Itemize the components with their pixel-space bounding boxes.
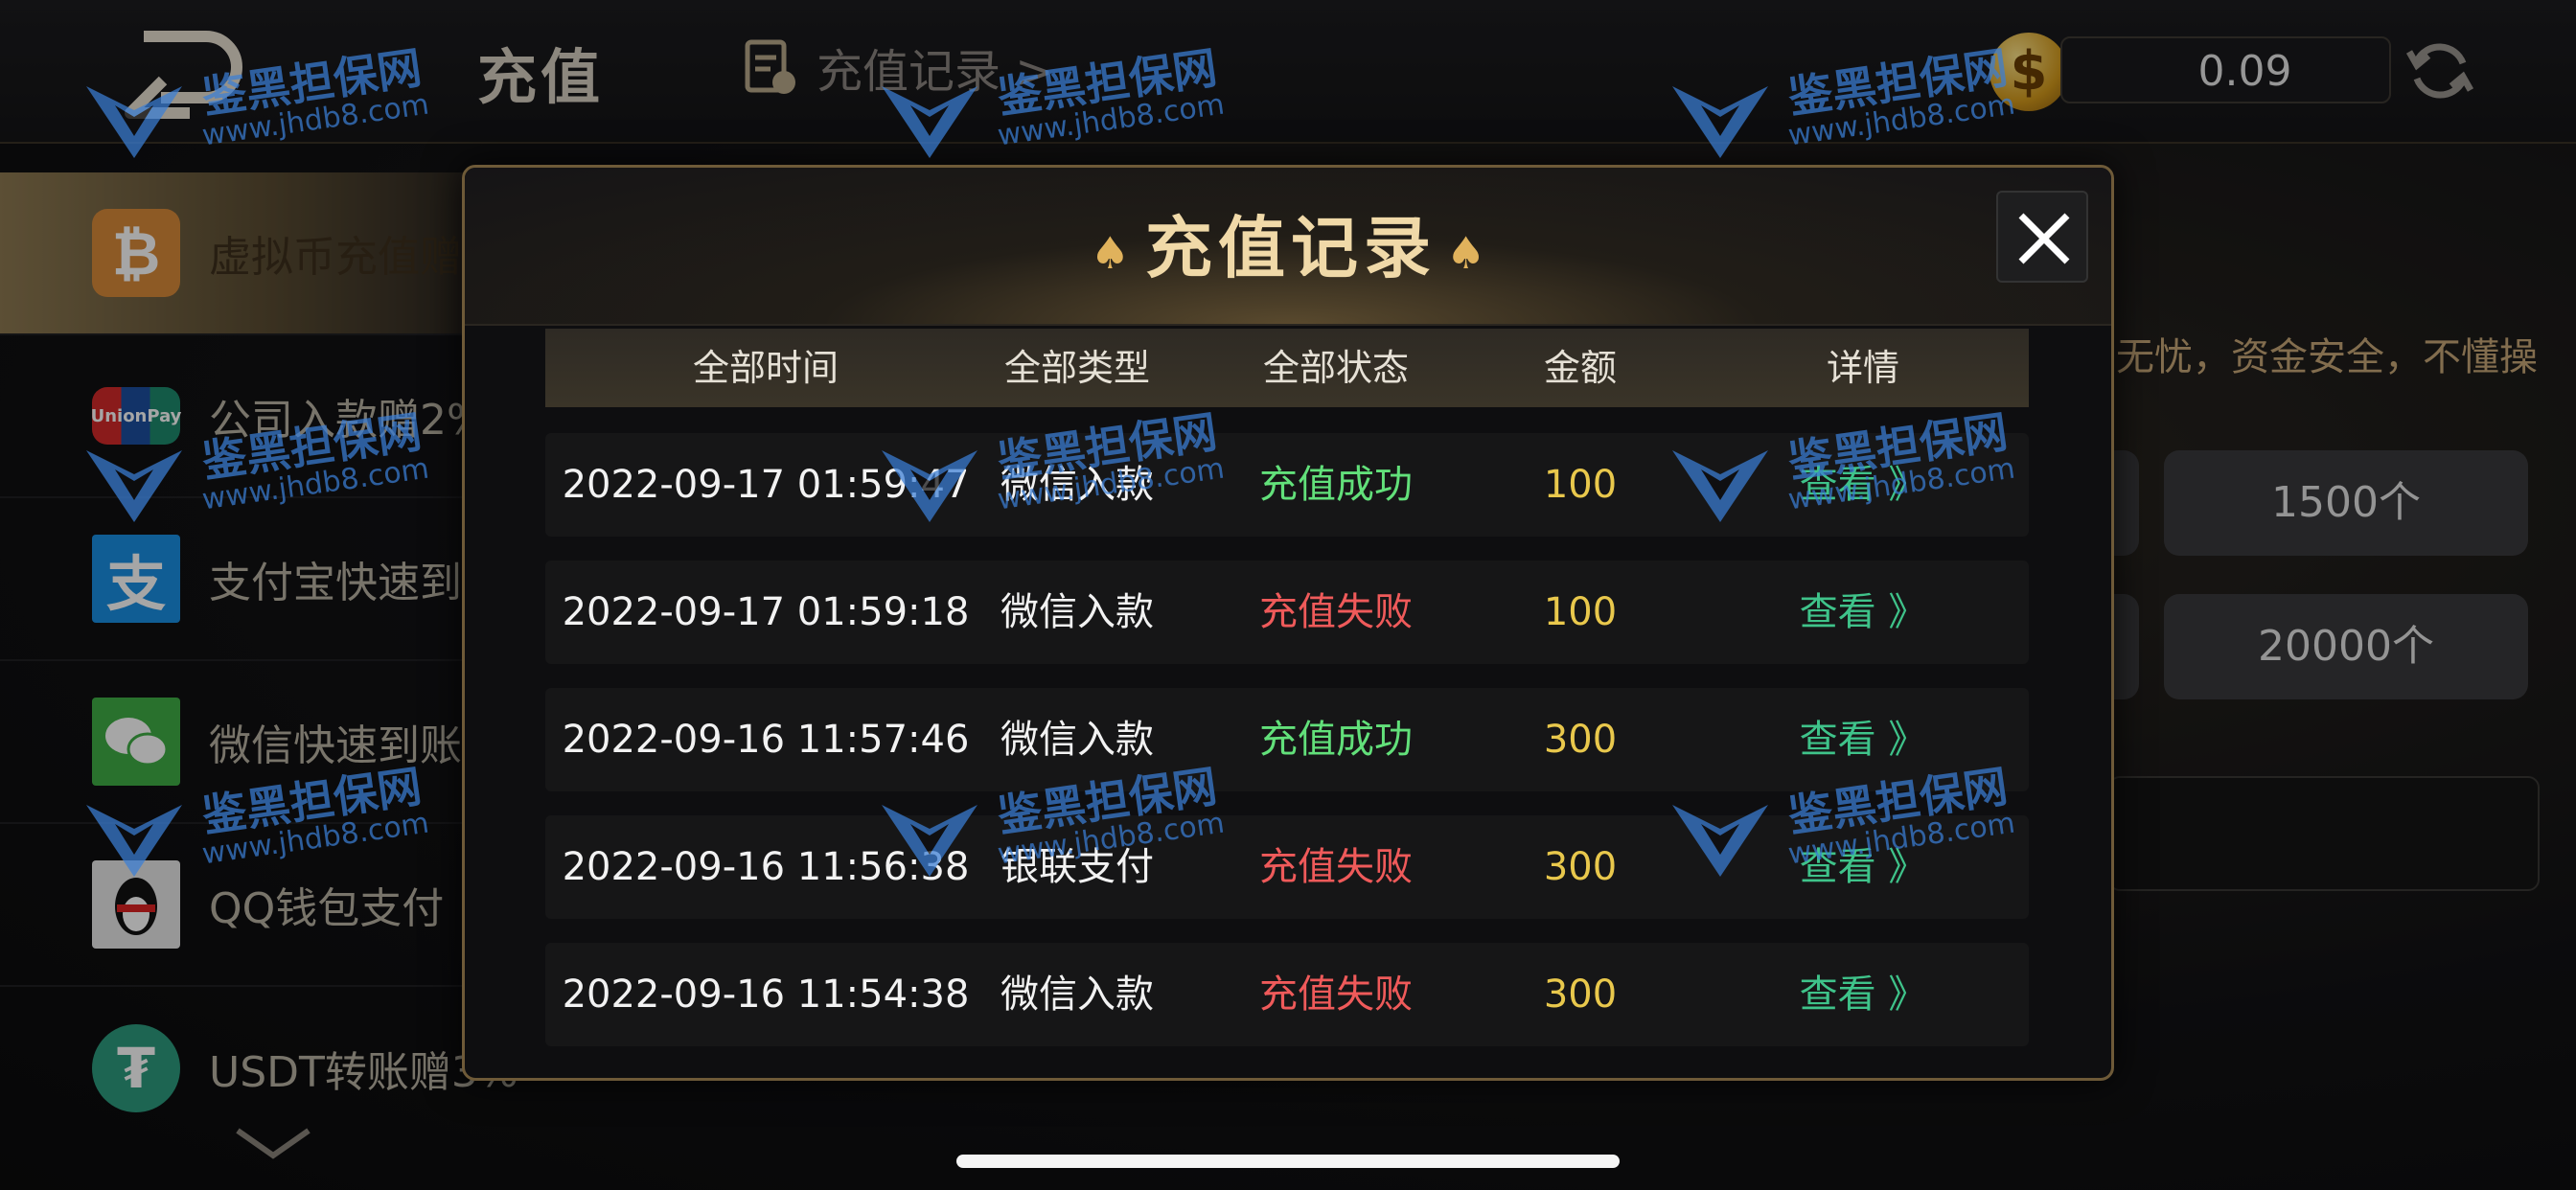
- spade-icon: ♠: [1090, 226, 1136, 279]
- row-time: 2022-09-17 01:59:47: [562, 463, 970, 507]
- row-type: 微信入款: [1000, 718, 1154, 762]
- view-detail-link[interactable]: 查看 》: [1743, 433, 1983, 537]
- row-amount: 300: [1543, 718, 1618, 762]
- recharge-page: 充值 充值记录 > $ 0.09 ₿ 虚拟币充值赠3 UnionPay 公司入款…: [0, 0, 2576, 1190]
- row-status: 充值成功: [1259, 463, 1413, 507]
- row-status: 充值失败: [1259, 973, 1413, 1017]
- row-time: 2022-09-17 01:59:18: [562, 590, 970, 634]
- row-type: 微信入款: [1000, 590, 1154, 634]
- dialog-title: ♠ 充值记录 ♠: [465, 195, 2111, 291]
- row-amount: 100: [1543, 590, 1618, 634]
- table-row: 2022-09-17 01:59:18 微信入款 充值失败 100 查看 》: [545, 561, 2029, 664]
- table-row: 2022-09-16 11:54:38 微信入款 充值失败 300 查看 》: [545, 943, 2029, 1046]
- view-detail-link[interactable]: 查看 》: [1743, 688, 1983, 791]
- row-amount: 100: [1543, 463, 1618, 507]
- row-status: 充值失败: [1259, 590, 1413, 634]
- row-time: 2022-09-16 11:57:46: [562, 718, 970, 762]
- row-amount: 300: [1543, 845, 1618, 889]
- dialog-title-text: 充值记录: [1145, 209, 1437, 287]
- view-detail-link[interactable]: 查看 》: [1743, 815, 1983, 919]
- close-icon: [2018, 213, 2070, 264]
- table-row: 2022-09-16 11:57:46 微信入款 充值成功 300 查看 》: [545, 688, 2029, 791]
- row-type: 微信入款: [1000, 973, 1154, 1017]
- row-time: 2022-09-16 11:54:38: [562, 973, 970, 1017]
- column-detail: 详情: [1826, 347, 1899, 389]
- row-status: 充值成功: [1259, 718, 1413, 762]
- row-time: 2022-09-16 11:56:38: [562, 845, 970, 889]
- column-amount: 金额: [1543, 347, 1617, 389]
- close-button[interactable]: [1996, 191, 2088, 283]
- table-row: 2022-09-16 11:56:38 银联支付 充值失败 300 查看 》: [545, 815, 2029, 919]
- filter-time[interactable]: 全部时间: [545, 329, 986, 407]
- row-amount: 300: [1543, 973, 1618, 1017]
- table-header: 全部时间 全部类型 全部状态 金额 详情: [545, 329, 2029, 407]
- spade-icon: ♠: [1446, 226, 1492, 279]
- home-indicator[interactable]: [956, 1155, 1620, 1168]
- view-detail-link[interactable]: 查看 》: [1743, 943, 1983, 1046]
- row-type: 银联支付: [1000, 845, 1154, 889]
- filter-type[interactable]: 全部类型: [957, 329, 1197, 407]
- view-detail-link[interactable]: 查看 》: [1743, 561, 1983, 664]
- row-type: 微信入款: [1000, 463, 1154, 507]
- table-row: 2022-09-17 01:59:47 微信入款 充值成功 100 查看 》: [545, 433, 2029, 537]
- filter-status[interactable]: 全部状态: [1216, 329, 1456, 407]
- row-status: 充值失败: [1259, 845, 1413, 889]
- recharge-record-dialog: ♠ 充值记录 ♠ 全部时间 全部类型 全部状态 金额 详情 2022-09-17 0…: [462, 165, 2114, 1081]
- dialog-header: ♠ 充值记录 ♠: [465, 168, 2111, 326]
